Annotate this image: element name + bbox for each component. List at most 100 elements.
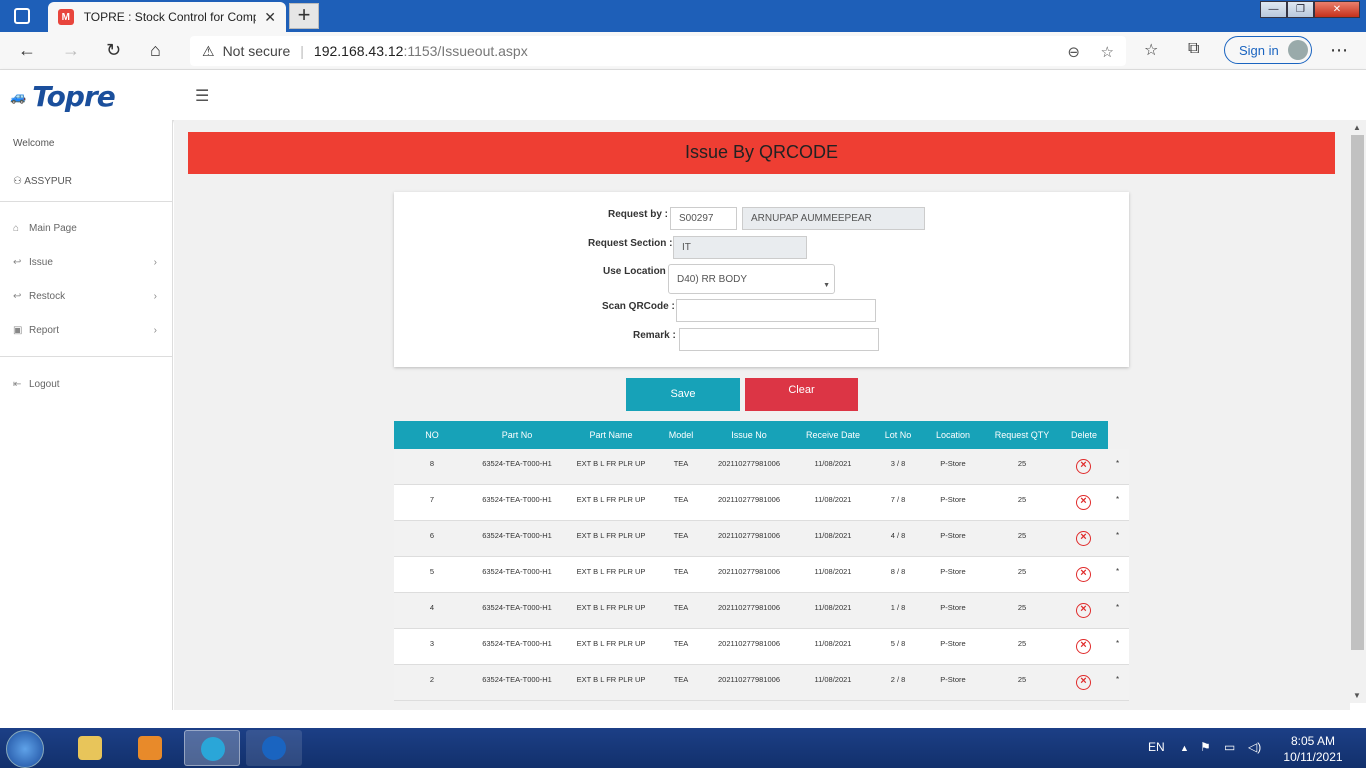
hamburger-menu-icon[interactable]: ☰ (195, 86, 209, 106)
sidebar-item-report[interactable]: ▣ Report › (13, 325, 163, 336)
cell-lot-no: 7 / 8 (890, 495, 906, 504)
delete-icon[interactable]: × (1076, 639, 1091, 654)
minimize-button[interactable]: — (1260, 1, 1287, 18)
cell-receive-date: 11/08/2021 (814, 531, 852, 540)
volume-icon[interactable]: ◁) (1248, 740, 1261, 754)
taskbar-explorer[interactable] (62, 730, 118, 766)
cell-location: P-Store (940, 675, 966, 684)
app-logo[interactable]: 🚙 Topre (10, 80, 116, 113)
maximize-button[interactable]: ❐ (1287, 1, 1314, 18)
back-icon[interactable]: ← (18, 40, 36, 61)
cell-receive-date: 11/08/2021 (814, 639, 852, 648)
cell-qty: 25 (1017, 639, 1027, 648)
cell-model: TEA (673, 603, 689, 612)
col-location: Location (935, 430, 971, 440)
cell-receive-date: 11/08/2021 (814, 495, 852, 504)
cell-receive-date: 11/08/2021 (814, 603, 852, 612)
col-model: Model (668, 430, 694, 440)
address-bar[interactable]: ⚠ Not secure | 192.168.43.12:1153/Issueo… (190, 36, 1126, 66)
cell-qty: 25 (1017, 459, 1027, 468)
scrollbar-thumb[interactable] (1351, 135, 1364, 650)
request-section-label: Request Section : (588, 238, 673, 249)
table-header: NO Part No Part Name Model Issue No Rece… (394, 421, 1108, 449)
col-part-name: Part Name (589, 430, 633, 440)
request-by-code-field[interactable]: S00297 (670, 207, 737, 230)
sidebar: Welcome ⚇ ASSYPUR ⌂ Main Page ↩ Issue › ↩ Re… (0, 120, 173, 710)
table-row: 4 63524-TEA-T000-H1 EXT B L FR PLR UP TEA 20… (394, 593, 1129, 629)
clear-button[interactable]: Clear (745, 378, 858, 411)
sidebar-item-main-page[interactable]: ⌂ Main Page (13, 223, 163, 234)
delete-icon[interactable]: × (1076, 603, 1091, 618)
cell-model: TEA (673, 531, 689, 540)
zoom-icon[interactable]: ⊖ (1067, 43, 1080, 61)
warning-icon: ⚠ (202, 42, 215, 59)
sidebar-item-restock[interactable]: ↩ Restock › (13, 291, 163, 302)
cell-lot-no: 2 / 8 (890, 675, 906, 684)
report-icon: ▣ (13, 325, 23, 336)
start-button[interactable] (6, 730, 44, 768)
tray-expand-icon[interactable]: ▲ (1180, 743, 1189, 753)
forward-icon[interactable]: → (62, 40, 80, 61)
sidebar-item-issue[interactable]: ↩ Issue › (13, 257, 163, 268)
taskbar: EN ▲ ⚑ ▭ ◁) 8:05 AM 10/11/2021 (0, 728, 1366, 768)
collections-icon[interactable]: ⧉ (1188, 40, 1199, 58)
add-favorite-icon[interactable]: ☆ (1101, 43, 1114, 61)
use-location-value: D40) RR BODY (677, 274, 748, 285)
browser-tab-bar: M TOPRE : Stock Control for Compo ✕ + — … (0, 0, 1366, 32)
taskbar-media-player[interactable] (122, 730, 178, 766)
scroll-down-icon[interactable]: ▼ (1353, 691, 1361, 700)
site-favicon-icon: M (58, 9, 74, 25)
use-location-select[interactable]: D40) RR BODY ▼ (668, 264, 835, 294)
request-by-label: Request by : (608, 209, 669, 220)
cell-issue-no: 202110277981006 (717, 495, 780, 504)
delete-icon[interactable]: × (1076, 567, 1091, 582)
cell-issue-no: 202110277981006 (717, 603, 780, 612)
window-controls: — ❐ ✕ (1260, 1, 1360, 18)
sidebar-item-logout[interactable]: ⇤ Logout (13, 379, 163, 390)
cell-issue-no: 202110277981006 (717, 459, 780, 468)
language-indicator[interactable]: EN (1148, 740, 1165, 754)
cell-model: TEA (673, 495, 689, 504)
delete-icon[interactable]: × (1076, 531, 1091, 546)
cell-location: P-Store (940, 639, 966, 648)
taskbar-edge[interactable] (184, 730, 240, 766)
browser-tab[interactable]: M TOPRE : Stock Control for Compo ✕ (48, 2, 286, 32)
issue-form: Request by : S00297 ARNUPAP AUMMEEPEAR R… (394, 192, 1129, 367)
remark-input[interactable] (679, 328, 879, 351)
sign-in-button[interactable]: Sign in (1224, 36, 1312, 64)
cell-part-no: 63524-TEA-T000-H1 (482, 495, 552, 504)
cell-lot-no: 4 / 8 (890, 531, 906, 540)
cell-qty: 25 (1017, 603, 1027, 612)
refresh-icon[interactable]: ↻ (106, 40, 121, 61)
cell-model: TEA (673, 675, 689, 684)
new-tab-button[interactable]: + (289, 3, 319, 29)
save-button[interactable]: Save (626, 378, 740, 411)
cell-issue-no: 202110277981006 (717, 567, 780, 576)
car-icon: 🚙 (10, 88, 27, 104)
close-window-button[interactable]: ✕ (1314, 1, 1360, 18)
home-icon: ⌂ (13, 223, 20, 234)
cell-part-name: EXT B L FR PLR UP (576, 567, 646, 576)
hp-icon (262, 736, 286, 760)
delete-icon[interactable]: × (1076, 459, 1091, 474)
delete-icon[interactable]: × (1076, 495, 1091, 510)
cell-model: TEA (673, 639, 689, 648)
delete-icon[interactable]: × (1076, 675, 1091, 690)
network-icon[interactable]: ▭ (1224, 740, 1235, 754)
sign-in-label: Sign in (1239, 42, 1279, 58)
home-icon[interactable]: ⌂ (150, 40, 161, 61)
cell-receive-date: 11/08/2021 (814, 567, 852, 576)
folder-icon (78, 736, 102, 760)
clock[interactable]: 8:05 AM 10/11/2021 (1283, 733, 1343, 765)
scan-qrcode-input[interactable] (676, 299, 876, 322)
flag-icon[interactable]: ⚑ (1200, 740, 1211, 754)
favorites-icon[interactable]: ☆ (1144, 40, 1158, 60)
cell-qty: 25 (1017, 675, 1027, 684)
tab-close-icon[interactable]: ✕ (264, 9, 276, 26)
logout-icon: ⇤ (13, 379, 22, 390)
tab-actions-icon[interactable] (14, 8, 30, 24)
scroll-up-icon[interactable]: ▲ (1353, 123, 1361, 132)
app-header: 🚙 Topre ☰ (0, 70, 1366, 120)
taskbar-hp[interactable] (246, 730, 302, 766)
more-menu-icon[interactable]: ⋯ (1330, 40, 1348, 61)
